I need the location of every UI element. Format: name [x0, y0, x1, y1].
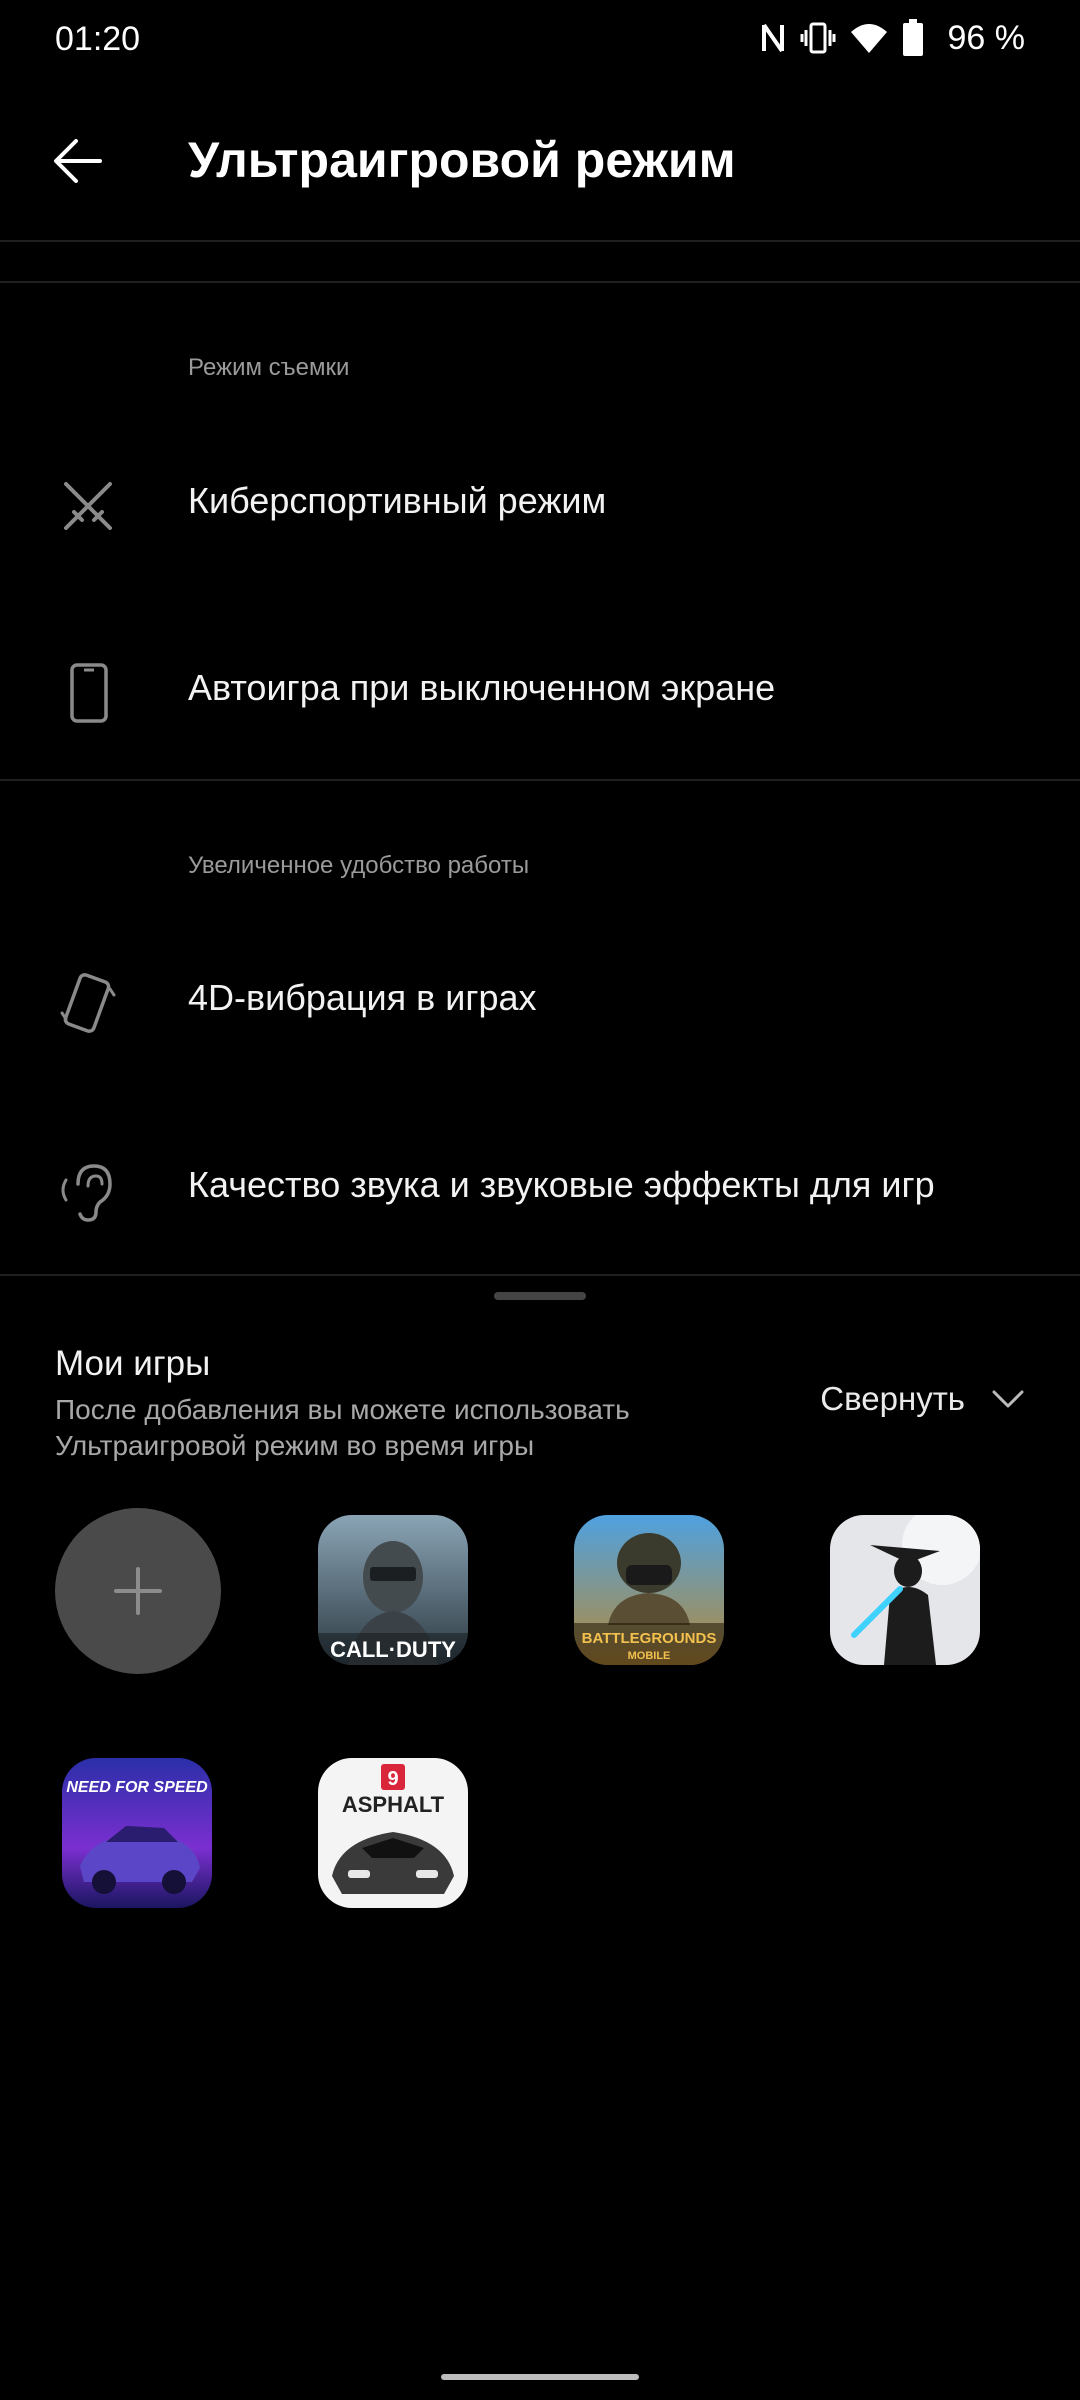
- game-tile-shadow-fight[interactable]: [830, 1515, 980, 1665]
- status-time: 01:20: [55, 20, 141, 58]
- collapse-button[interactable]: Свернуть: [820, 1380, 1025, 1418]
- app-bar: Ультраигровой режим: [0, 95, 1080, 225]
- tilted-phone-icon: [60, 973, 116, 1033]
- plus-icon: [114, 1567, 162, 1615]
- shadow-fight-app-icon: [830, 1515, 980, 1665]
- ear-icon: [61, 1164, 112, 1222]
- section-header-shooting-mode: Режим съемки: [188, 354, 350, 381]
- crossed-swords-icon: [64, 482, 112, 530]
- my-games-title: Мои игры: [55, 1344, 211, 1383]
- game-label: BATTLEGROUNDS: [582, 1630, 717, 1647]
- game-badge: 9: [387, 1768, 398, 1790]
- chevron-down-icon: [992, 1390, 1024, 1408]
- gesture-nav-bar[interactable]: [441, 2374, 639, 2380]
- back-button[interactable]: [42, 125, 114, 197]
- pubg-app-icon: BATTLEGROUNDS MOBILE: [574, 1515, 724, 1665]
- vibrate-icon: [800, 22, 835, 54]
- game-label: NEED FOR SPEED: [66, 1779, 208, 1796]
- call-of-duty-app-icon: CALL·DUTY: [318, 1515, 468, 1665]
- divider: [0, 1274, 1080, 1276]
- nfc-icon: [761, 23, 784, 53]
- setting-label: Киберспортивный режим: [188, 480, 607, 521]
- divider: [0, 779, 1080, 781]
- setting-label: Автоигра при выключенном экране: [188, 667, 776, 708]
- game-label: ASPHALT: [342, 1792, 445, 1817]
- setting-auto-play-screen-off[interactable]: Автоигра при выключенном экране: [0, 612, 1080, 762]
- battery-icon: [902, 19, 923, 56]
- setting-esports-mode[interactable]: Киберспортивный режим: [0, 425, 1080, 575]
- setting-label: Качество звука и звуковые эффекты для иг…: [188, 1164, 935, 1205]
- game-tile-need-for-speed[interactable]: NEED FOR SPEED: [62, 1758, 212, 1908]
- add-game-button[interactable]: [55, 1508, 221, 1674]
- status-bar: 01:20 96 %: [0, 0, 1080, 78]
- setting-label: 4D-вибрация в играх: [188, 977, 537, 1018]
- divider: [0, 240, 1080, 242]
- asphalt-app-icon: 9 ASPHALT: [318, 1758, 468, 1908]
- status-icons: 96 %: [760, 16, 1026, 60]
- collapse-label: Свернуть: [820, 1380, 965, 1417]
- game-tile-pubg[interactable]: BATTLEGROUNDS MOBILE: [574, 1515, 724, 1665]
- game-label: CALL·DUTY: [330, 1637, 456, 1662]
- divider: [0, 281, 1080, 283]
- sheet-drag-handle[interactable]: [494, 1292, 586, 1300]
- need-for-speed-app-icon: NEED FOR SPEED: [62, 1758, 212, 1908]
- setting-4d-vibration[interactable]: 4D-вибрация в играх: [0, 922, 1080, 1072]
- phone-outline-icon: [70, 663, 108, 723]
- arrow-left-icon: [54, 139, 102, 183]
- page-title: Ультраигровой режим: [188, 132, 736, 188]
- wifi-icon: [850, 24, 887, 53]
- my-games-description: После добавления вы можете использовать …: [55, 1394, 630, 1461]
- game-tile-call-of-duty[interactable]: CALL·DUTY: [318, 1515, 468, 1665]
- setting-game-sound-effects[interactable]: Качество звука и звуковые эффекты для иг…: [0, 1109, 1080, 1259]
- game-sublabel: MOBILE: [628, 1650, 671, 1662]
- section-header-enhanced-experience: Увеличенное удобство работы: [188, 852, 530, 879]
- game-tile-asphalt[interactable]: 9 ASPHALT: [318, 1758, 468, 1908]
- battery-percent: 96 %: [947, 18, 1026, 57]
